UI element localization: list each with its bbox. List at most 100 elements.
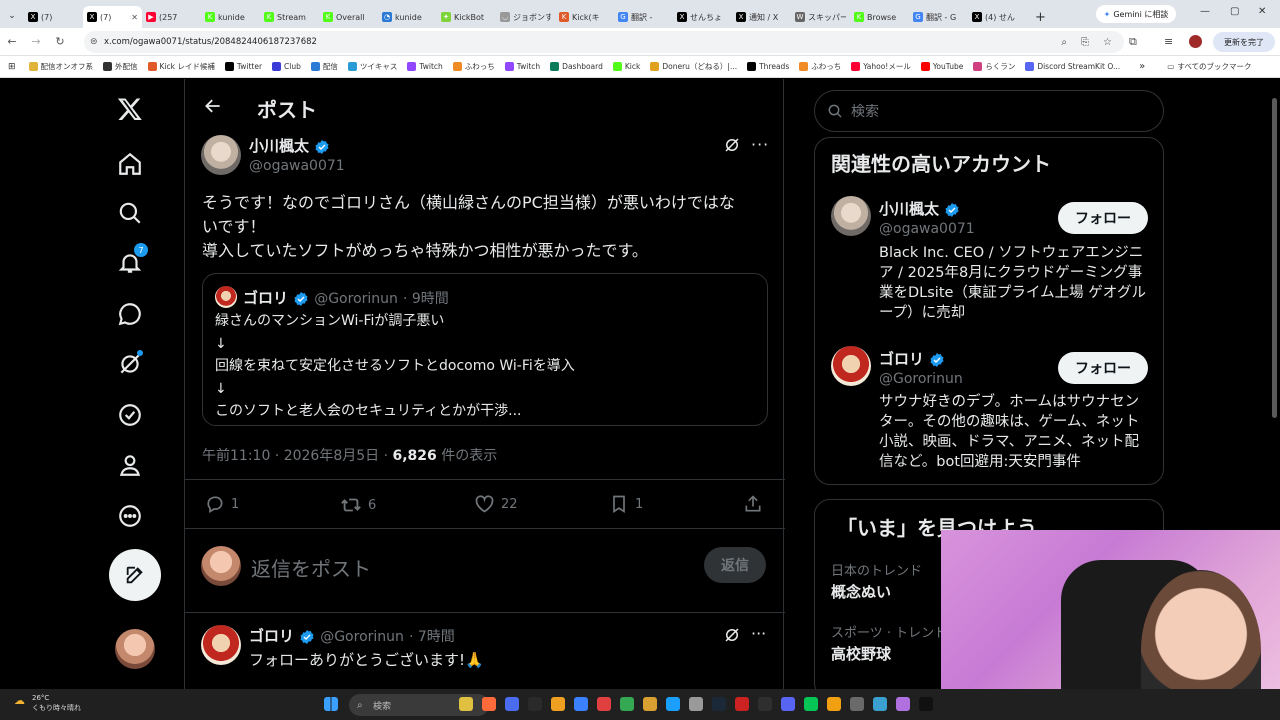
new-tab-button[interactable]: +	[1035, 10, 1046, 25]
bookmark-item[interactable]: ふわっち	[448, 61, 500, 72]
browser-tab[interactable]: Kkunide	[201, 6, 260, 28]
more-icon[interactable]	[112, 498, 148, 534]
grok-icon[interactable]	[112, 346, 148, 382]
bookmark-item[interactable]: Threads	[742, 61, 794, 72]
follow-button[interactable]: フォロー	[1058, 202, 1148, 234]
trend-item[interactable]: スポーツ · トレンド 高校野球	[831, 622, 947, 664]
like-action[interactable]: 22	[474, 494, 518, 515]
minimize-button[interactable]: —	[1200, 6, 1210, 17]
reply-action[interactable]: 1	[205, 494, 239, 514]
bookmark-item[interactable]: YouTube	[916, 61, 969, 72]
taskbar-app-icon[interactable]	[873, 697, 887, 711]
repost-action[interactable]: 6	[340, 494, 376, 516]
browser-tab[interactable]: W スキッパー	[791, 6, 850, 28]
related-account-avatar[interactable]	[831, 196, 871, 236]
taskbar-app-icon[interactable]	[804, 697, 818, 711]
author-handle[interactable]: @ogawa0071	[249, 158, 345, 174]
related-account-avatar[interactable]	[831, 346, 871, 386]
taskbar-app-icon[interactable]	[597, 697, 611, 711]
post-more-menu-icon[interactable]: ···	[751, 135, 769, 154]
taskbar-app-icon[interactable]	[528, 697, 542, 711]
site-info-icon[interactable]: ⊜	[90, 37, 98, 47]
browser-tab[interactable]: G 翻訳 - G	[909, 6, 968, 28]
bookmark-action[interactable]: 1	[609, 494, 643, 514]
browser-tab[interactable]: ✦ KickBot	[437, 6, 496, 28]
browser-tab[interactable]: ◡ ジョボンす	[496, 6, 555, 28]
bookmark-item[interactable]: Twitch	[402, 61, 447, 72]
taskbar-app-icon[interactable]	[482, 697, 496, 711]
reply-author-name[interactable]: ゴロリ	[249, 627, 294, 645]
related-account-name[interactable]: ゴロリ	[879, 350, 924, 368]
browser-tab[interactable]: K Browse	[850, 6, 909, 28]
taskbar-app-icon[interactable]	[689, 697, 703, 711]
reply-submit-button[interactable]: 返信	[704, 547, 766, 583]
browser-tab[interactable]: X (7)	[24, 6, 83, 28]
taskbar-app-icon[interactable]	[735, 697, 749, 711]
all-bookmarks-folder[interactable]: ▭ すべてのブックマーク	[1167, 61, 1251, 72]
browser-tab[interactable]: X (4) せん	[968, 6, 1027, 28]
related-account-handle[interactable]: @ogawa0071	[879, 221, 975, 237]
taskbar-app-icon[interactable]	[620, 697, 634, 711]
bookmark-item[interactable]: Dashboard	[545, 61, 608, 72]
browser-tab[interactable]: G 翻訳 -	[614, 6, 673, 28]
bookmark-item[interactable]: Doneru（どねる）|...	[645, 61, 742, 72]
bookmark-item[interactable]: Discord StreamKit O...	[1020, 61, 1125, 72]
reload-icon[interactable]: ↻	[48, 35, 72, 48]
browser-tab[interactable]: X (7) ✕	[83, 6, 142, 28]
profile-person-icon[interactable]	[112, 447, 148, 483]
bookmark-item[interactable]: Club	[267, 61, 306, 72]
browser-tab[interactable]: K Stream	[260, 6, 319, 28]
bookmark-item[interactable]: Yahoo!メール	[846, 61, 916, 72]
taskbar-app-icon[interactable]	[758, 697, 772, 711]
taskbar-app-icon[interactable]	[574, 697, 588, 711]
apps-icon[interactable]: ⊞	[0, 62, 24, 72]
explore-search-icon[interactable]	[112, 195, 148, 231]
taskbar-app-icon[interactable]	[643, 697, 657, 711]
author-name[interactable]: 小川楓太	[249, 137, 309, 155]
bookmark-item[interactable]: Twitch	[500, 61, 545, 72]
bookmark-item[interactable]: Twitter	[220, 61, 267, 72]
related-account-handle[interactable]: @Gororinun	[879, 371, 963, 387]
update-button[interactable]: 更新を完了	[1213, 32, 1275, 52]
reply-grok-icon[interactable]	[723, 626, 741, 648]
taskbar-app-icon[interactable]	[781, 697, 795, 711]
install-icon[interactable]: ⎘	[1081, 37, 1089, 48]
taskbar-app-icon[interactable]	[505, 697, 519, 711]
reply-author-avatar[interactable]	[201, 625, 241, 665]
trend-item[interactable]: 日本のトレンド 概念ぬい	[831, 560, 922, 602]
bookmark-item[interactable]: 配信	[306, 61, 343, 72]
taskbar-app-icon[interactable]	[827, 697, 841, 711]
back-icon[interactable]: ←	[0, 35, 24, 48]
home-icon[interactable]	[112, 146, 148, 182]
follow-button[interactable]: フォロー	[1058, 352, 1148, 384]
taskbar-app-icon[interactable]	[712, 697, 726, 711]
taskbar-app-icon[interactable]	[896, 697, 910, 711]
maximize-button[interactable]: ▢	[1230, 6, 1239, 17]
bookmark-item[interactable]: 外配信	[98, 61, 143, 72]
scrollbar-thumb[interactable]	[1272, 98, 1277, 418]
bookmark-item[interactable]: 配信オンオフ系	[24, 61, 99, 72]
browser-tab[interactable]: X せんちょ	[673, 6, 732, 28]
close-window-button[interactable]: ✕	[1258, 6, 1266, 17]
address-bar[interactable]: ⊜ x.com/ogawa0071/status/208482440618723…	[84, 31, 1124, 53]
related-account[interactable]: 小川楓太 @ogawa0071 フォロー Black Inc. CEO / ソフ…	[831, 196, 1151, 326]
forward-icon[interactable]: →	[24, 35, 48, 48]
bookmark-item[interactable]: Kick レイド候補	[143, 61, 220, 72]
browser-tab[interactable]: X 通知 / X	[732, 6, 791, 28]
account-avatar[interactable]	[115, 629, 155, 669]
compose-post-button[interactable]	[109, 549, 161, 601]
x-logo-icon[interactable]	[112, 91, 148, 127]
author-avatar[interactable]	[201, 135, 241, 175]
close-tab-icon[interactable]: ✕	[131, 13, 138, 22]
reply-post[interactable]: ゴロリ @Gororinun · 7時間 フォローありがとうございます!🙏 ··…	[185, 613, 785, 689]
browser-tab[interactable]: ▶ (257	[142, 6, 201, 28]
taskbar-app-icon[interactable]	[551, 697, 565, 711]
bookmark-item[interactable]: ツイキャス	[343, 61, 403, 72]
gemini-button[interactable]: ✦ Gemini に相談	[1096, 5, 1176, 23]
reply-more-menu-icon[interactable]: ···	[751, 624, 766, 643]
premium-verified-icon[interactable]	[112, 397, 148, 433]
quoted-post[interactable]: ゴロリ @Gororinun · 9時間 緑さんのマンションWi-Fiが調子悪い…	[202, 273, 768, 426]
grok-chat-icon[interactable]	[112, 296, 148, 332]
taskbar-app-icon[interactable]	[666, 697, 680, 711]
bookmark-star-icon[interactable]: ☆	[1103, 37, 1112, 48]
